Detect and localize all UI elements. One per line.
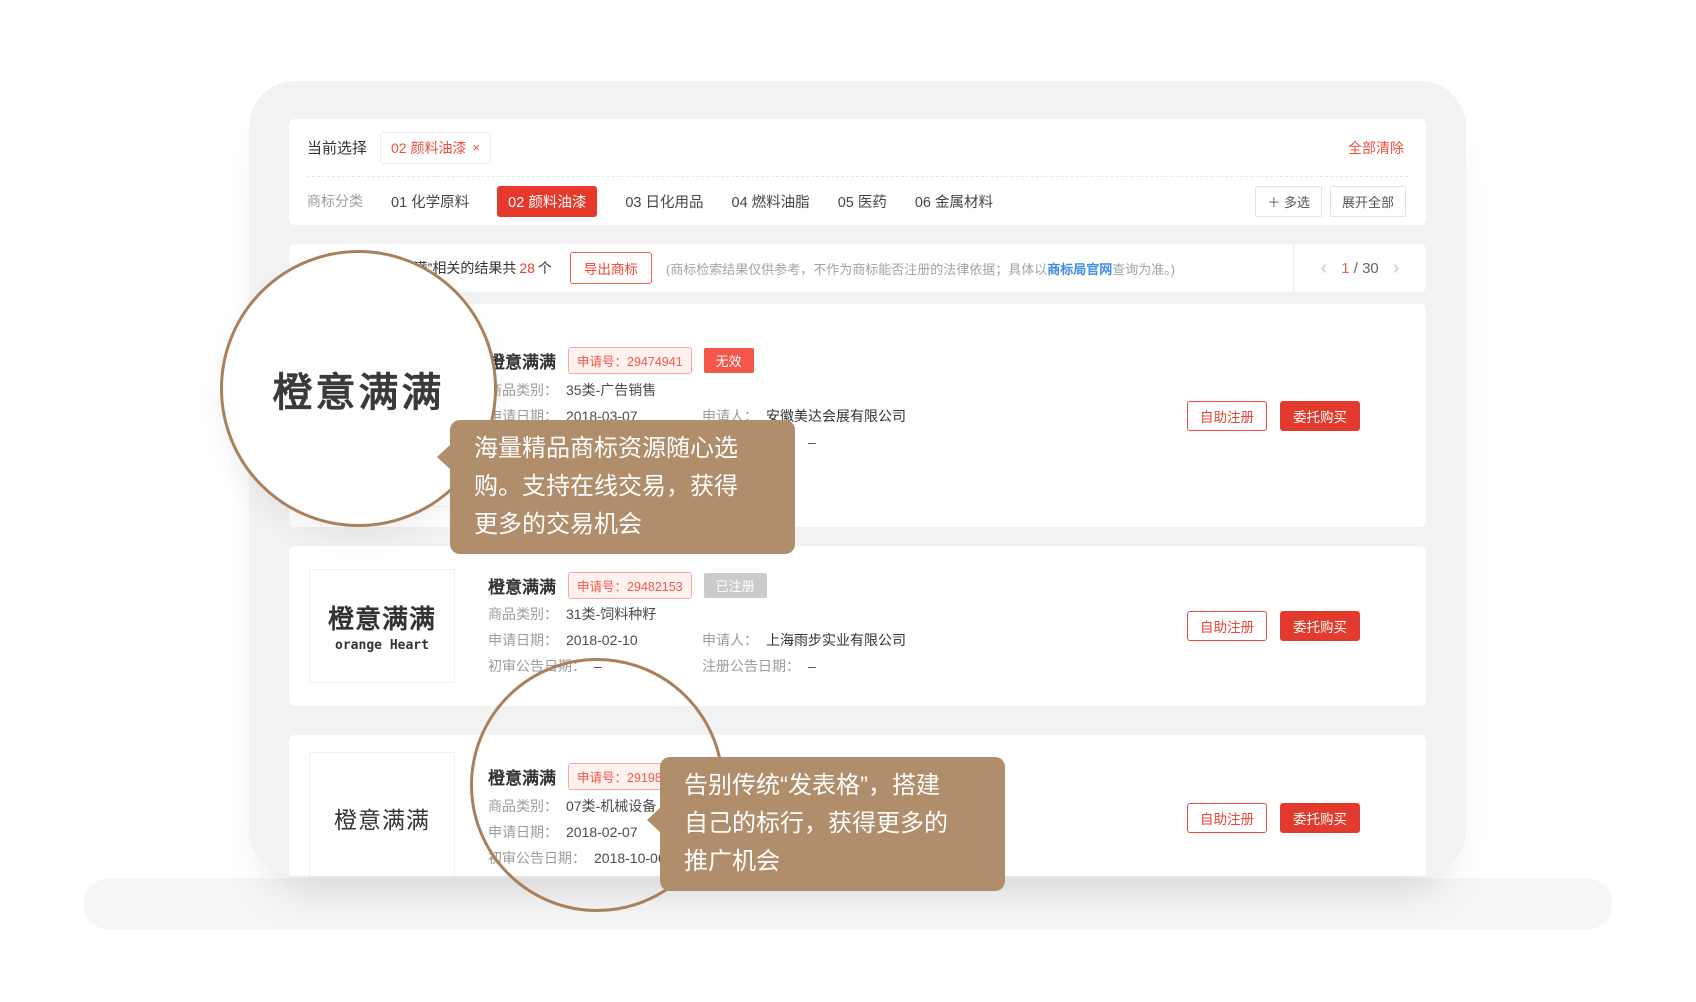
disclaimer-suffix: 查询为准。) [1112, 262, 1175, 277]
category-item-02-active[interactable]: 02 颜料油漆 [497, 186, 597, 217]
next-page-icon[interactable]: › [1393, 258, 1400, 278]
pagination: ‹ 1 / 30 › [1293, 244, 1426, 292]
status-badge: 无效 [704, 348, 754, 373]
registration-publication-value: – [808, 434, 816, 450]
prev-page-icon[interactable]: ‹ [1321, 258, 1328, 278]
page: 当前选择 02 颜料油漆 × 全部清除 商标分类 01 化学原料 02 颜料油漆… [0, 0, 1696, 1002]
disclaimer-note: (商标检索结果仅供参考，不作为商标能否注册的法律依据；具体以商标局官网查询为准。… [666, 259, 1293, 278]
tooltip-marketplace: 海量精品商标资源随心选 购。支持在线交易，获得 更多的交易机会 [450, 420, 795, 554]
current-selection-row: 当前选择 02 颜料油漆 × 全部清除 [289, 119, 1426, 176]
trademark-image-3[interactable]: 橙意满满 [309, 752, 455, 877]
clear-all-link[interactable]: 全部清除 [1348, 138, 1404, 158]
category-item-06[interactable]: 06 金属材料 [915, 191, 993, 212]
results-unit: 个 [538, 260, 552, 276]
application-number-badge: 申请号：29482153 [568, 572, 692, 599]
category-value: 35类-广告销售 [566, 380, 656, 400]
trademark-image-subtext: orange Heart [335, 638, 429, 653]
row-actions: 自助注册 委托购买 [1187, 401, 1360, 431]
current-selection-label: 当前选择 [307, 137, 367, 158]
entrust-purchase-button[interactable]: 委托购买 [1280, 401, 1360, 431]
apply-date-value: 2018-02-10 [566, 632, 638, 648]
trademark-image-text: 橙意满满 [328, 599, 436, 636]
category-row: 商标分类 01 化学原料 02 颜料油漆 03 日化用品 04 燃料油脂 05 … [289, 177, 1426, 225]
trademark-result-row-2: 橙意满满 orange Heart 橙意满满 申请号：29482153 已注册 … [289, 546, 1426, 706]
self-register-button[interactable]: 自助注册 [1187, 401, 1267, 431]
tooltip-line: 购。支持在线交易，获得 [474, 468, 771, 506]
category-item-05[interactable]: 05 医药 [838, 191, 887, 212]
entrust-purchase-button[interactable]: 委托购买 [1280, 803, 1360, 833]
application-number-badge: 申请号：29474941 [568, 347, 692, 374]
tooltip-line: 更多的交易机会 [474, 506, 771, 544]
tooltip-line: 海量精品商标资源随心选 [474, 430, 771, 468]
category-item-04[interactable]: 04 燃料油脂 [732, 191, 810, 212]
application-number: 29474941 [627, 355, 683, 369]
category-label: 商品类别： [488, 604, 558, 624]
trademark-image-text: 橙意满满 [334, 801, 430, 835]
selected-filter-tag-text: 02 颜料油漆 [391, 138, 466, 158]
self-register-button[interactable]: 自助注册 [1187, 803, 1267, 833]
page-separator: / [1354, 260, 1358, 277]
disclaimer-prefix: (商标检索结果仅供参考，不作为商标能否注册的法律依据；具体以 [666, 262, 1047, 277]
entrust-purchase-button[interactable]: 委托购买 [1280, 611, 1360, 641]
page-indicator: 1 / 30 [1341, 260, 1379, 277]
filter-panel: 当前选择 02 颜料油漆 × 全部清除 商标分类 01 化学原料 02 颜料油漆… [289, 119, 1426, 225]
status-badge: 已注册 [704, 573, 767, 598]
tooltip-arrow-icon [647, 807, 661, 833]
row-actions: 自助注册 委托购买 [1187, 803, 1360, 833]
tooltip-arrow-icon [437, 444, 451, 470]
multi-select-button[interactable]: ＋ 多选 [1255, 186, 1322, 217]
category-tools: ＋ 多选 展开全部 [1255, 186, 1406, 217]
magnified-trademark-text: 橙意满满 [273, 360, 445, 418]
registration-publication-label: 注册公告日期： [702, 656, 800, 676]
results-header: 检索到“橙意满满”相关的结果共28个 导出商标 (商标检索结果仅供参考，不作为商… [289, 244, 1426, 292]
applicant-label: 申请人： [702, 630, 758, 650]
application-number-label: 申请号： [577, 355, 627, 369]
category-row-label: 商标分类 [307, 191, 363, 211]
selected-filter-tag[interactable]: 02 颜料油漆 × [380, 132, 491, 164]
category-label: 商品类别： [488, 380, 558, 400]
row-actions: 自助注册 委托购买 [1187, 611, 1360, 641]
total-pages: 30 [1362, 260, 1379, 277]
trademark-image-2[interactable]: 橙意满满 orange Heart [309, 569, 455, 683]
tooltip-line: 自己的标行，获得更多的 [684, 805, 981, 843]
category-value: 31类-饲料种籽 [566, 604, 656, 624]
tooltip-line: 告别传统“发表格”，搭建 [684, 767, 981, 805]
expand-all-button[interactable]: 展开全部 [1330, 186, 1406, 217]
application-number: 29482153 [627, 580, 683, 594]
trademark-office-link[interactable]: 商标局官网 [1047, 262, 1112, 277]
trademark-name[interactable]: 橙意满满 [488, 348, 556, 373]
category-item-01[interactable]: 01 化学原料 [391, 191, 469, 212]
trademark-name[interactable]: 橙意满满 [488, 573, 556, 598]
tooltip-line: 推广机会 [684, 843, 981, 881]
category-item-03[interactable]: 03 日化用品 [625, 191, 703, 212]
results-count: 28 [516, 260, 538, 276]
registration-publication-value: – [808, 658, 816, 674]
applicant-value: 上海雨步实业有限公司 [766, 630, 906, 650]
tooltip-promotion: 告别传统“发表格”，搭建 自己的标行，获得更多的 推广机会 [660, 757, 1005, 891]
export-trademarks-button[interactable]: 导出商标 [570, 252, 652, 284]
current-page: 1 [1341, 260, 1349, 277]
self-register-button[interactable]: 自助注册 [1187, 611, 1267, 641]
application-number-label: 申请号： [577, 580, 627, 594]
apply-date-label: 申请日期： [488, 630, 558, 650]
remove-filter-icon[interactable]: × [472, 140, 480, 155]
